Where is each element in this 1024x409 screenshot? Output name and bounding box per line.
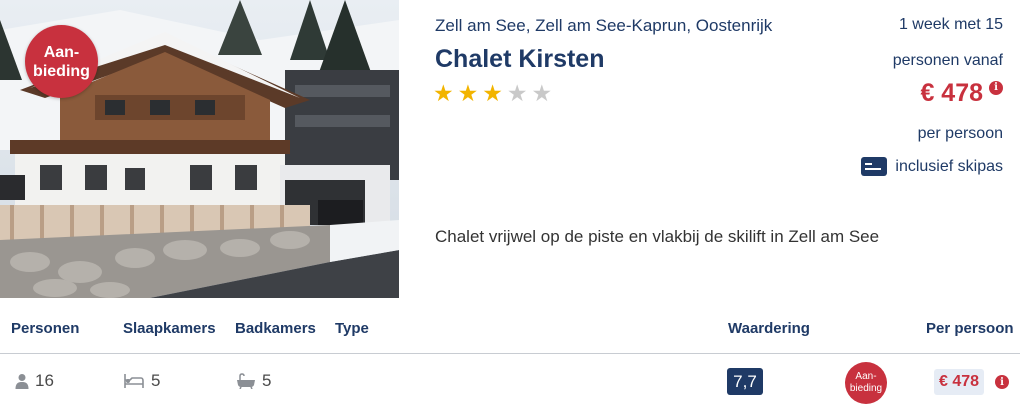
cell-slaapkamers: 5 [123,371,160,391]
skipas-text: inclusief skipas [895,157,1003,175]
star-empty-icon: ★ [531,80,553,106]
location-text: Zell am See, Zell am See-Kaprun, Oostenr… [435,16,773,35]
table-header: Personen Slaapkamers Badkamers Type Waar… [0,320,1024,342]
bathtub-icon [237,373,255,389]
offer-badge: Aan- bieding [25,25,98,98]
header-slaapkamers: Slaapkamers [123,320,216,337]
table-row[interactable]: 16 5 5 7,7 Aan- bieding € 478 i [0,354,1024,409]
header-waardering: Waardering [728,320,810,337]
cell-personen: 16 [15,371,54,391]
from-text: personen vanaf [892,52,1003,69]
star-rating: ★ ★ ★ ★ ★ [433,82,552,105]
per-person-text: per persoon [917,125,1003,142]
person-icon [15,374,29,389]
skipass-card-icon [861,157,888,176]
badkamers-value: 5 [262,371,272,390]
star-empty-icon: ★ [506,80,528,106]
star-icon: ★ [457,80,479,106]
personen-value: 16 [35,371,54,390]
row-price[interactable]: € 478 [934,369,985,395]
price-main: € 478 i [920,79,1003,108]
info-icon[interactable]: i [995,375,1009,389]
rating-badge: 7,7 [727,368,763,395]
cell-badkamers: 5 [236,371,271,391]
offer-badge-small: Aan- bieding [845,362,887,404]
price-value: € 478 [920,79,983,107]
listing-title[interactable]: Chalet Kirsten [435,45,604,74]
slaapkamers-value: 5 [151,371,161,390]
duration-text: 1 week met 15 [898,16,1003,33]
bed-icon [124,374,144,388]
info-icon[interactable]: i [989,80,1003,95]
header-personen: Personen [11,320,80,337]
header-type: Type [335,320,369,337]
listing-description: Chalet vrijwel op de piste en vlakbij de… [435,227,880,246]
listing-photo[interactable]: Aan- bieding [0,0,399,298]
header-per-persoon: Per persoon [926,320,1014,337]
star-icon: ★ [433,80,454,106]
header-badkamers: Badkamers [235,320,316,337]
star-icon: ★ [482,80,503,106]
skipas-info: inclusief skipas [861,157,1003,176]
